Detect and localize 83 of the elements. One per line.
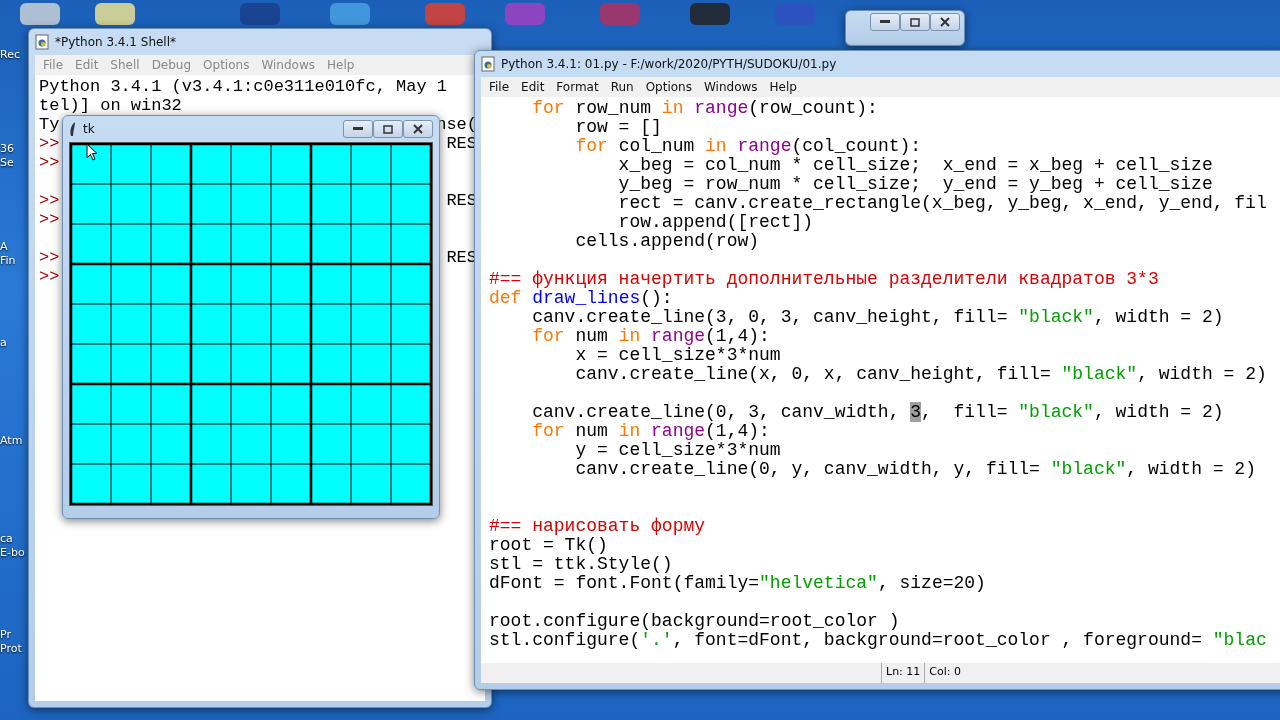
code-line: for col_num in range(col_count): bbox=[574, 136, 923, 155]
code-line: canv.create_line(3, 0, 3, canv_height, fill= "black", width = 2) bbox=[531, 307, 1225, 326]
desktop-icon[interactable] bbox=[330, 3, 370, 25]
mouse-cursor-icon bbox=[86, 143, 98, 161]
desktop-icon-label[interactable]: 36 bbox=[0, 142, 28, 156]
window-title: *Python 3.4.1 Shell* bbox=[55, 35, 177, 49]
code-line: row.append([rect]) bbox=[617, 212, 814, 231]
desktop-icon[interactable] bbox=[690, 3, 730, 25]
desktop-icon-label[interactable]: Prot bbox=[0, 642, 28, 656]
code-line: y_beg = row_num * cell_size; y_end = y_beg + cell_size bbox=[617, 174, 1214, 193]
python-file-icon bbox=[481, 56, 495, 72]
desktop-icon[interactable] bbox=[20, 3, 60, 25]
code-line: dFont = font.Font(family="helvetica", size=20) bbox=[489, 573, 987, 592]
shell-prompt: >> bbox=[39, 153, 60, 172]
close-icon bbox=[940, 17, 950, 27]
maximize-button[interactable] bbox=[900, 13, 930, 31]
code-line: #== нарисовать форму bbox=[489, 516, 707, 535]
status-text: Col: 0 bbox=[924, 663, 965, 683]
menu-item[interactable]: Format bbox=[552, 80, 607, 94]
desktop-icon-label[interactable]: Atm bbox=[0, 434, 28, 448]
code-line: row = [] bbox=[574, 117, 663, 136]
desktop-icon-label[interactable]: Fin bbox=[0, 254, 28, 268]
menu-item[interactable]: Help bbox=[765, 80, 805, 94]
menu-item[interactable]: Windows bbox=[699, 80, 766, 94]
maximize-icon bbox=[383, 124, 393, 134]
code-line: for num in range(1,4): bbox=[531, 421, 771, 440]
minimize-button[interactable] bbox=[870, 13, 900, 31]
code-line: stl = ttk.Style() bbox=[489, 554, 674, 573]
feather-icon bbox=[69, 121, 77, 137]
shell-prompt: >> bbox=[39, 134, 60, 153]
code-line: for row_num in range(row_count): bbox=[531, 98, 879, 117]
python-file-icon bbox=[35, 34, 49, 50]
code-line: cells.append(row) bbox=[574, 231, 760, 250]
code-line: #== функция начертить дополнительные разделители квадратов 3*3 bbox=[489, 269, 1160, 288]
code-line: root.configure(background=root_color ) bbox=[489, 611, 901, 630]
desktop-icon[interactable] bbox=[95, 3, 135, 25]
code-line: def draw_lines(): bbox=[489, 288, 673, 307]
desktop-icon-label[interactable]: ca bbox=[0, 532, 28, 546]
shell-output-text: Python 3.4.1 (v3.4.1:c0e311e010fc, May 1 bbox=[39, 77, 448, 96]
desktop-icon-label[interactable]: Rec bbox=[0, 48, 28, 62]
shell-prompt: >> bbox=[39, 210, 60, 229]
shell-prompt: >> bbox=[39, 248, 60, 267]
menu-item[interactable]: Debug bbox=[147, 58, 200, 72]
desktop-icon-label[interactable]: A bbox=[0, 240, 28, 254]
code-line: x = cell_size*3*num bbox=[574, 345, 782, 364]
menu-item[interactable]: Run bbox=[606, 80, 642, 94]
code-line: rect = canv.create_rectangle(x_beg, y_beg, x_end, y_end, fil bbox=[617, 193, 1268, 212]
window-title: Python 3.4.1: 01.py - F:/work/2020/PYTH/SUDOKU/01.py bbox=[501, 57, 837, 71]
code-line: x_beg = col_num * cell_size; x_end = x_beg + cell_size bbox=[617, 155, 1214, 174]
minimize-button[interactable] bbox=[343, 120, 373, 138]
shell-output-text: Ty bbox=[39, 115, 60, 134]
menu-item[interactable]: Shell bbox=[106, 58, 148, 72]
desktop-icon-label[interactable]: E-bo bbox=[0, 546, 28, 560]
code-line: canv.create_line(0, y, canv_width, y, fill= "black", width = 2) bbox=[574, 459, 1257, 478]
code-line: canv.create_line(x, 0, x, canv_height, fill= "black", width = 2) bbox=[574, 364, 1268, 383]
desktop-icon-label[interactable]: Pr bbox=[0, 628, 28, 642]
close-button[interactable] bbox=[403, 120, 433, 138]
window-title: tk bbox=[83, 122, 95, 136]
maximize-button[interactable] bbox=[373, 120, 403, 138]
shell-output-text: tel)] on win32 bbox=[39, 96, 182, 115]
menu-item[interactable]: Windows bbox=[257, 58, 323, 72]
maximize-icon bbox=[910, 17, 920, 27]
menu-item[interactable]: File bbox=[39, 58, 72, 72]
minimize-icon bbox=[880, 20, 890, 24]
code-line: canv.create_line(0, 3, canv_width, 3, fill= "black", width = 2) bbox=[531, 402, 1225, 421]
menu-item[interactable]: Help bbox=[323, 58, 363, 72]
menu-item[interactable]: Edit bbox=[71, 58, 107, 72]
minimize-icon bbox=[353, 127, 363, 131]
menu-item[interactable]: File bbox=[485, 80, 518, 94]
desktop-icon-label[interactable]: Se bbox=[0, 156, 28, 170]
shell-prompt: >> bbox=[39, 267, 60, 286]
close-button[interactable] bbox=[930, 13, 960, 31]
code-line: root = Tk() bbox=[489, 535, 608, 554]
code-line: y = cell_size*3*num bbox=[574, 440, 782, 459]
close-icon bbox=[413, 124, 423, 134]
code-line: stl.configure('.', font=dFont, background=root_color , foreground= "blac bbox=[489, 630, 1268, 649]
desktop-icon-label[interactable]: a bbox=[0, 336, 28, 350]
menu-item[interactable]: Edit bbox=[517, 80, 553, 94]
shell-prompt: >> bbox=[39, 191, 60, 210]
menu-item[interactable]: Options bbox=[641, 80, 700, 94]
menu-item[interactable]: Options bbox=[199, 58, 258, 72]
code-line: for num in range(1,4): bbox=[531, 326, 771, 345]
status-text: Ln: 11 bbox=[881, 663, 925, 683]
